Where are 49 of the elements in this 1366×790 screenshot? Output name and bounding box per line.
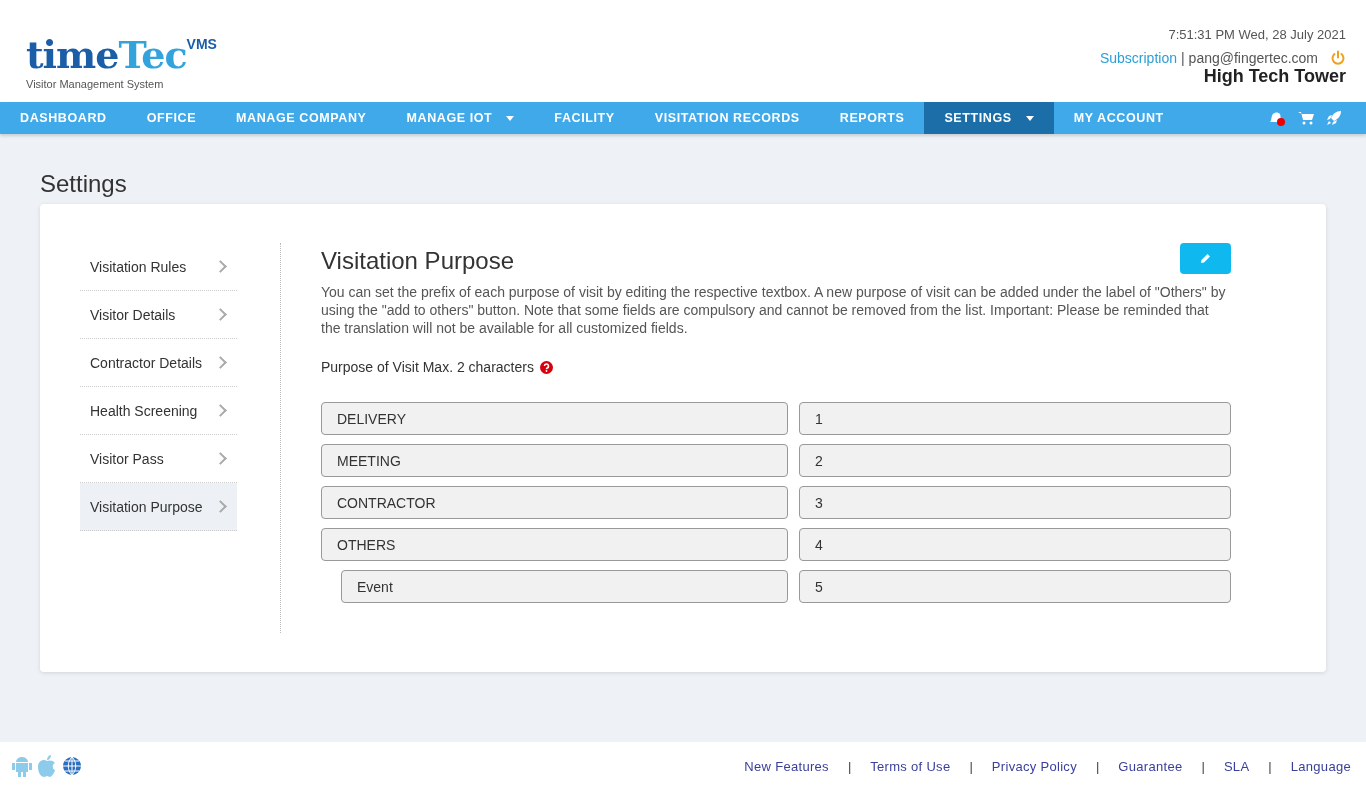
purpose-field[interactable]: CONTRACTOR (321, 486, 788, 519)
bell-icon[interactable] (1268, 110, 1286, 126)
footer-link[interactable]: Privacy Policy (991, 758, 1077, 774)
date-time: 7:51:31 PM Wed, 28 July 2021 (1168, 27, 1346, 42)
page-title: Settings (40, 170, 127, 198)
sidebar-item[interactable]: Visitation Purpose (80, 483, 237, 531)
globe-icon[interactable] (62, 756, 82, 776)
footer-link[interactable]: Terms of Use (870, 758, 951, 774)
sidebar-item[interactable]: Visitation Rules (80, 243, 237, 291)
prefix-field[interactable]: 4 (799, 528, 1231, 561)
rocket-icon[interactable] (1326, 110, 1342, 126)
prefix-field[interactable]: 5 (799, 570, 1231, 603)
logo-suffix-text: VMS (186, 36, 217, 52)
sidebar-item[interactable]: Contractor Details (80, 339, 237, 387)
prefix-field[interactable]: 2 (799, 444, 1231, 477)
separator: | (1268, 758, 1272, 774)
cart-icon[interactable] (1298, 111, 1314, 125)
footer-link[interactable]: SLA (1223, 758, 1250, 774)
sidebar-item[interactable]: Visitor Details (80, 291, 237, 339)
nav-tab[interactable]: SETTINGS (924, 102, 1054, 134)
separator: | (1095, 758, 1100, 774)
footer-link[interactable]: Guarantee (1118, 758, 1183, 774)
separator: | (969, 758, 973, 774)
help-icon[interactable] (539, 360, 553, 374)
separator: | (1180, 50, 1185, 66)
android-icon[interactable] (12, 755, 32, 777)
footer-link[interactable]: New Features (744, 758, 829, 774)
separator: | (847, 758, 852, 774)
purpose-field[interactable]: DELIVERY (321, 402, 788, 435)
description: You can set the prefix of each purpose of visit by editing the respective textbox. A new purpose of visit can be added under the label of "Others" by using the "add to others" button. Note that some fields are compulsory and cannot be removed from the list. Important: Please be reminded that the translation will not be available for all customized fields. (321, 283, 1227, 337)
prefix-field[interactable]: 1 (799, 402, 1231, 435)
user-email: pang@fingertec.com (1188, 50, 1318, 66)
pencil-icon (1200, 253, 1211, 264)
apple-icon[interactable] (37, 755, 57, 777)
power-icon[interactable] (1330, 50, 1346, 66)
logo-tagline: Visitor Management System (26, 78, 165, 90)
purpose-field[interactable]: MEETING (321, 444, 788, 477)
edit-button[interactable] (1180, 243, 1231, 274)
building-name: High Tech Tower (1203, 66, 1346, 87)
separator: | (1201, 758, 1205, 774)
purpose-field[interactable]: OTHERS (321, 528, 788, 561)
sidebar-item[interactable]: Health Screening (80, 387, 237, 435)
purpose-field[interactable]: Event (341, 570, 788, 603)
prefix-field[interactable]: 3 (799, 486, 1231, 519)
section-title: Visitation Purpose (321, 247, 514, 275)
footer-link[interactable]: Language (1290, 758, 1351, 774)
logo-text: time (26, 32, 119, 77)
field-label: Purpose of Visit Max. 2 characters (321, 359, 534, 375)
logo-text: Tec (118, 32, 187, 77)
